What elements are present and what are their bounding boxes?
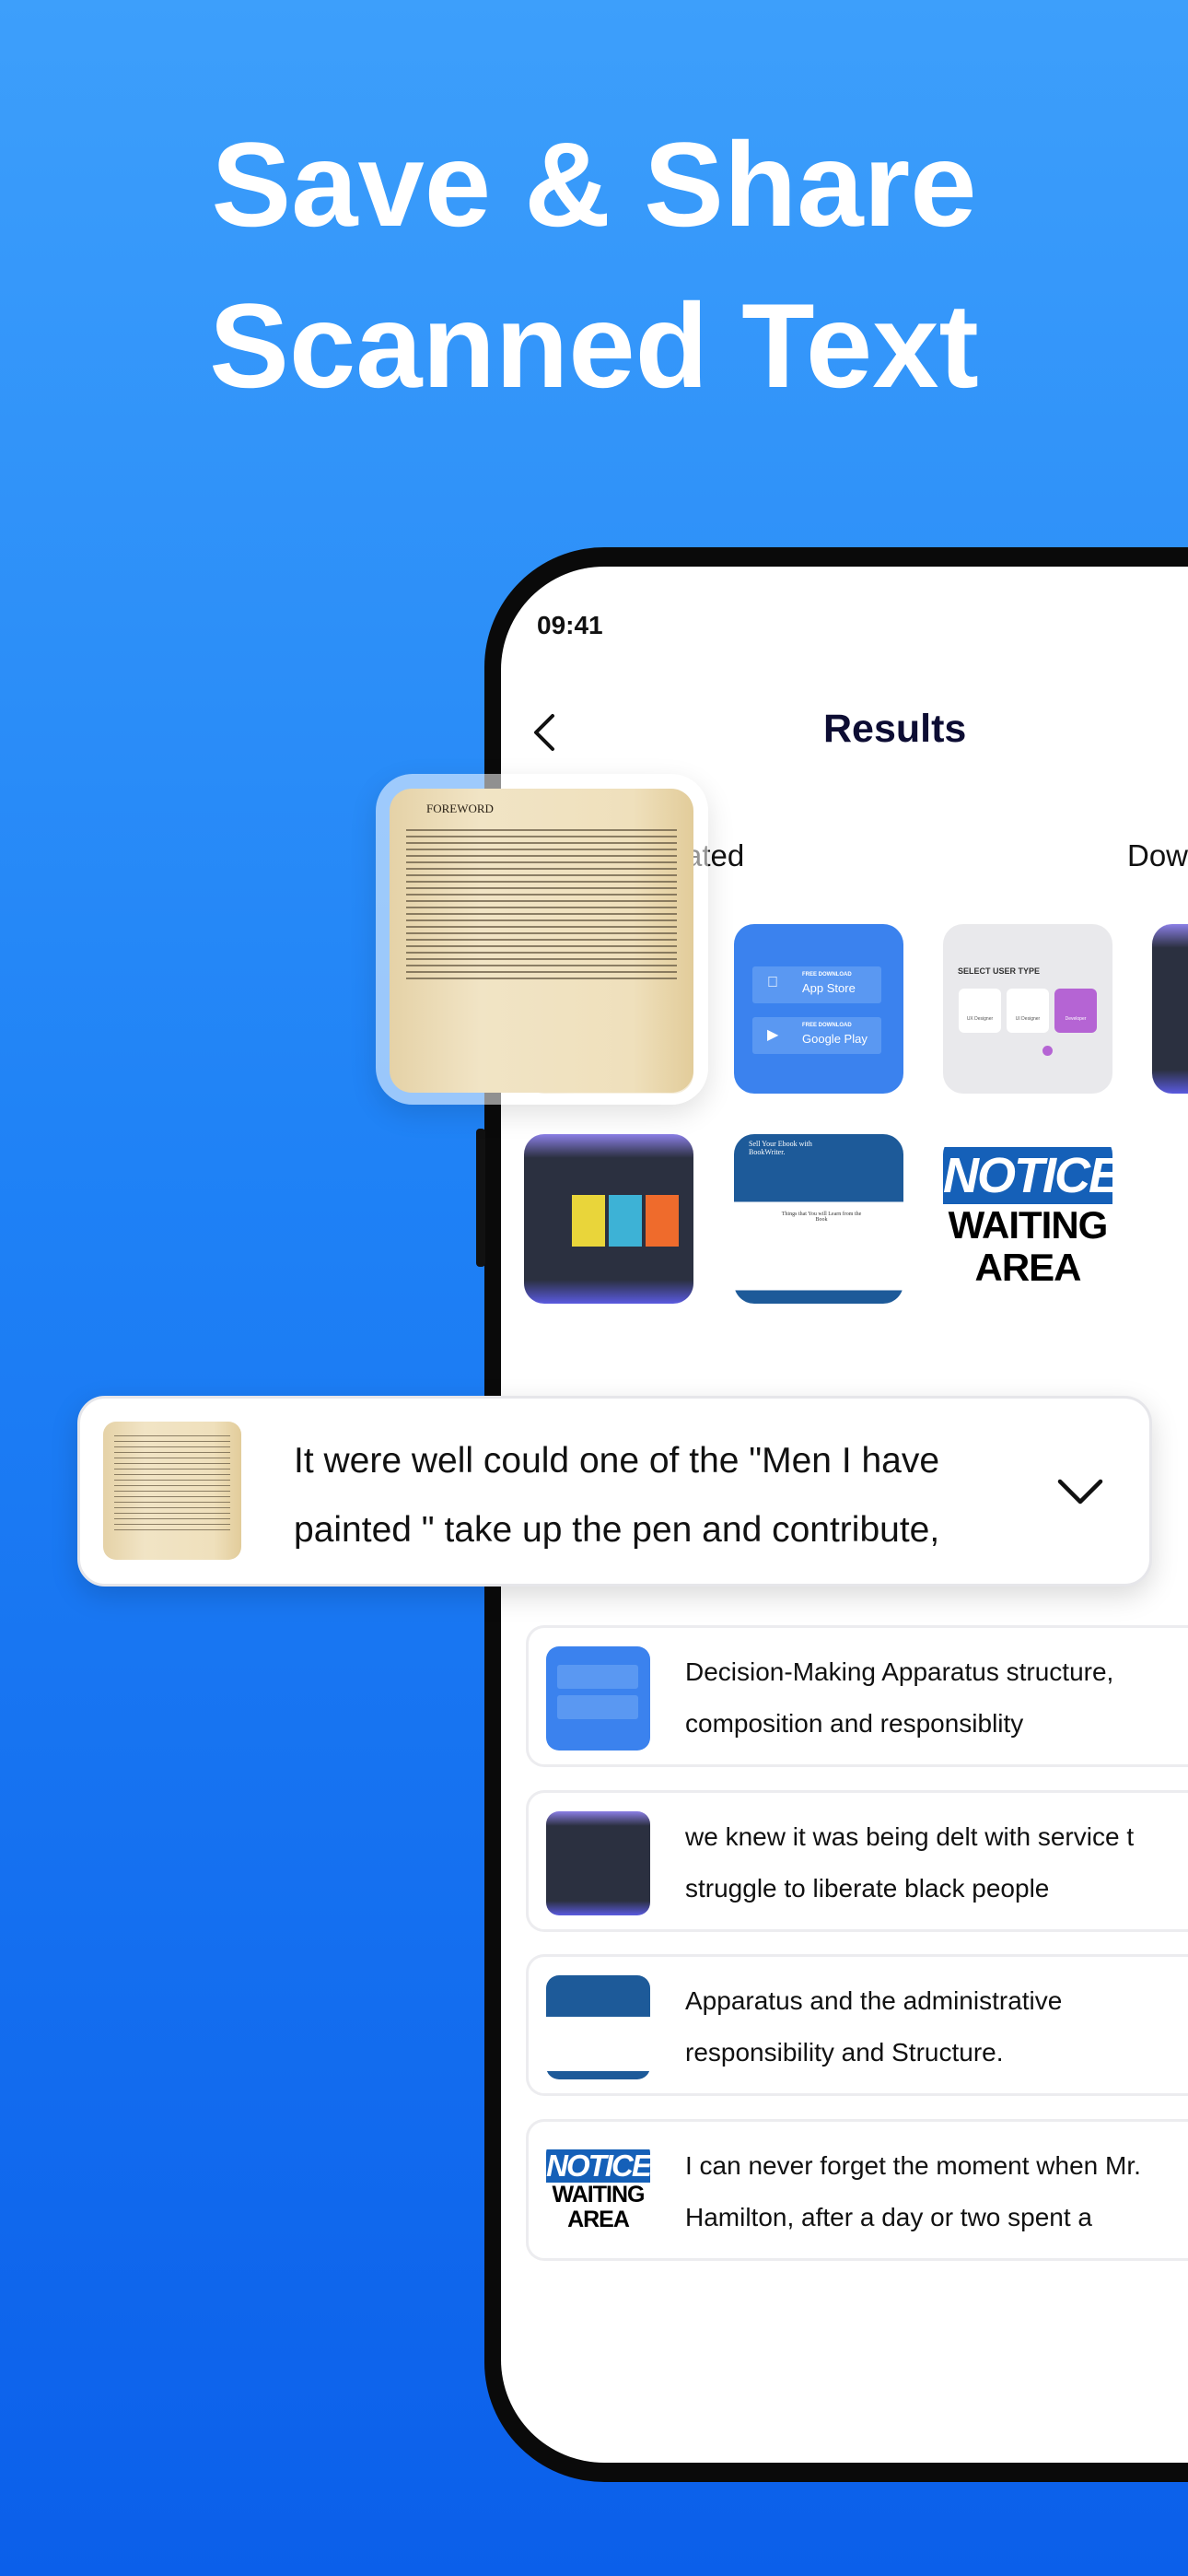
waiting-text: WAITING — [552, 2182, 646, 2207]
result-thumbnail — [546, 1975, 650, 2079]
result-text-line2: composition and responsiblity — [685, 1709, 1024, 1738]
status-time: 09:41 — [537, 611, 603, 639]
result-item[interactable]: we knew it was being delt with service t… — [526, 1790, 1188, 1932]
notice-text: NOTICE — [943, 1147, 1112, 1204]
user-type-option-ui: UI Designer — [1007, 989, 1049, 1033]
page-title: Results — [823, 707, 967, 751]
app-store-label: App Store — [802, 981, 856, 995]
result-thumbnail: NOTICE WAITING AREA — [546, 2140, 650, 2244]
result-thumbnail — [103, 1422, 241, 1560]
card-text-line1: It were well could one of the "Men I hav… — [294, 1441, 940, 1481]
scanned-page-image: FOREWORD — [390, 789, 693, 1093]
scan-thumbnail-user-type[interactable]: SELECT USER TYPE UX Designer UI Designer… — [943, 924, 1112, 1094]
result-text-line2: responsibility and Structure. — [685, 2038, 1004, 2067]
user-type-option-ux: UX Designer — [959, 989, 1001, 1033]
user-type-option-developer: Developer — [1054, 989, 1097, 1033]
expanded-result-card[interactable]: It were well could one of the "Men I hav… — [77, 1396, 1152, 1587]
waiting-text: WAITING — [948, 1203, 1109, 1247]
ebook-heading: Sell Your Ebook with BookWriter. — [749, 1140, 812, 1156]
result-item[interactable]: Decision-Making Apparatus structure, comp… — [526, 1625, 1188, 1767]
notice-text: NOTICE — [546, 2149, 650, 2183]
scan-thumbnail-music[interactable] — [524, 1134, 693, 1304]
ebook-subheading: Things that You will Learn from the Book — [781, 1212, 862, 1223]
scan-thumbnail-notice[interactable]: NOTICE WAITING AREA — [943, 1134, 1112, 1304]
floating-scan-card[interactable]: FOREWORD — [376, 774, 708, 1105]
result-item[interactable]: Apparatus and the administrative responsi… — [526, 1954, 1188, 2096]
result-text-line1: I can never forget the moment when Mr. — [685, 2151, 1141, 2180]
result-text-line2: Hamilton, after a day or two spent a — [685, 2203, 1092, 2231]
result-text-line1: Decision-Making Apparatus structure, — [685, 1657, 1114, 1686]
area-text: AREA — [974, 1246, 1081, 1289]
apple-icon:  — [767, 975, 778, 991]
card-text-line2: painted " take up the pen and contribute… — [294, 1510, 940, 1550]
result-thumbnail — [546, 1811, 650, 1915]
google-play-label: Google Play — [802, 1032, 868, 1046]
foreword-heading: FOREWORD — [426, 802, 494, 815]
result-text-line2: struggle to liberate black people — [685, 1874, 1050, 1903]
headline-line-1: Save & Share — [211, 117, 977, 252]
headline-line-2: Scanned Text — [209, 278, 979, 413]
scan-thumbnail-music[interactable] — [1152, 924, 1188, 1094]
result-thumbnail — [546, 1646, 650, 1751]
phone-side-button — [476, 1129, 485, 1267]
result-text-line1: we knew it was being delt with service t — [685, 1822, 1135, 1851]
result-item[interactable]: NOTICE WAITING AREA I can never forget t… — [526, 2119, 1188, 2261]
free-download-label: FREE DOWNLOAD — [802, 972, 852, 978]
play-icon: ▶ — [767, 1027, 779, 1043]
chevron-down-icon[interactable] — [1056, 1477, 1104, 1506]
user-type-heading: SELECT USER TYPE — [958, 966, 1041, 976]
scan-thumbnail-app-store[interactable]:  FREE DOWNLOAD App Store ▶ FREE DOWNLOAD Go… — [734, 924, 903, 1094]
scan-thumbnail-ebook[interactable]: Sell Your Ebook with BookWriter. Things … — [734, 1134, 903, 1304]
tab-downloads[interactable]: Dow — [1127, 838, 1188, 873]
chevron-left-icon[interactable] — [527, 712, 564, 753]
area-text: AREA — [567, 2207, 630, 2232]
free-download-label: FREE DOWNLOAD — [802, 1023, 852, 1028]
result-text-line1: Apparatus and the administrative — [685, 1986, 1063, 2015]
